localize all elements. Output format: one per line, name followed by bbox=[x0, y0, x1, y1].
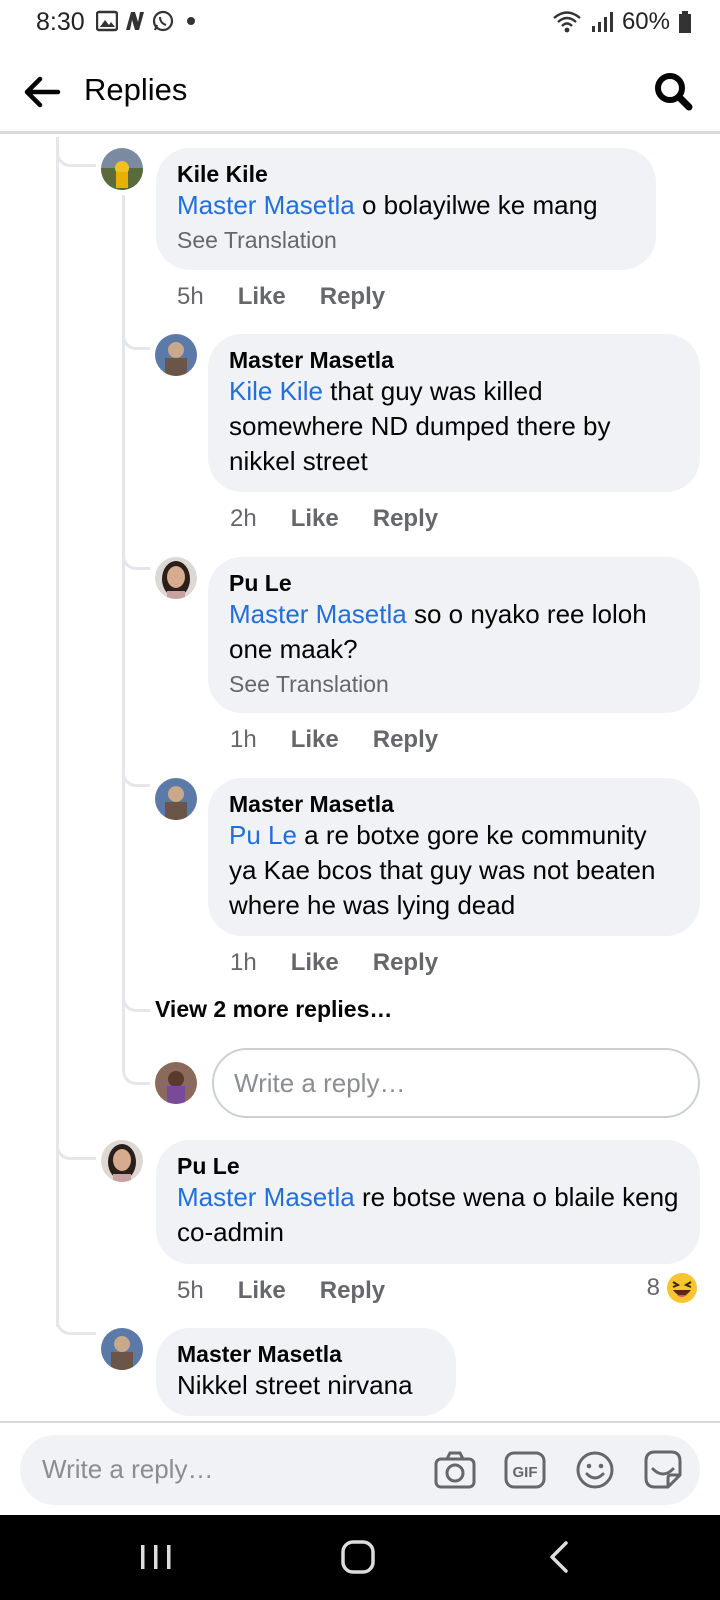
comment-actions: 2h Like Reply bbox=[230, 505, 438, 533]
home-icon[interactable] bbox=[338, 1537, 378, 1577]
thread-connector bbox=[122, 982, 150, 1012]
comment-text: Nikkel street nirvana bbox=[177, 1370, 413, 1400]
avatar[interactable] bbox=[101, 148, 143, 190]
like-button[interactable]: Like bbox=[291, 949, 339, 977]
camera-icon[interactable] bbox=[432, 1447, 478, 1493]
comment-actions: 5h Like Reply bbox=[177, 1277, 385, 1305]
mention-link[interactable]: Master Masetla bbox=[177, 190, 355, 220]
like-button[interactable]: Like bbox=[238, 283, 286, 311]
thread-connector bbox=[122, 757, 150, 787]
battery-icon bbox=[679, 11, 691, 33]
comment-author[interactable]: Master Masetla bbox=[229, 346, 679, 374]
comment-author[interactable]: Pu Le bbox=[177, 1152, 679, 1180]
reply-button[interactable]: Reply bbox=[320, 283, 385, 311]
thread-connector bbox=[122, 540, 150, 570]
comment-time: 5h bbox=[177, 1277, 204, 1304]
thread-connector bbox=[122, 1055, 150, 1085]
comment-author[interactable]: Pu Le bbox=[229, 569, 679, 597]
composer-bar: Write a reply… GIF bbox=[0, 1421, 720, 1515]
comment-actions: 1h Like Reply bbox=[230, 949, 438, 977]
reply-button[interactable]: Reply bbox=[373, 505, 438, 533]
status-bar: 8:30 60% bbox=[0, 0, 720, 48]
mention-link[interactable]: Master Masetla bbox=[177, 1182, 355, 1212]
mention-link[interactable]: Master Masetla bbox=[229, 599, 407, 629]
mention-link[interactable]: Kile Kile bbox=[229, 376, 323, 406]
comment-actions: 1h Like Reply bbox=[230, 726, 438, 754]
view-more-replies-link[interactable]: View 2 more replies… bbox=[155, 996, 392, 1023]
reaction-count: 8 bbox=[646, 1274, 660, 1301]
comment-text: Pu Le a re botxe gore ke community ya Ka… bbox=[229, 820, 656, 920]
avatar[interactable] bbox=[155, 334, 197, 376]
battery-percent: 60% bbox=[621, 8, 670, 35]
gallery-icon bbox=[96, 10, 118, 32]
comment-time: 1h bbox=[230, 949, 257, 976]
status-right: 60% bbox=[552, 8, 692, 36]
reply-button[interactable]: Reply bbox=[373, 949, 438, 977]
avatar[interactable] bbox=[155, 778, 197, 820]
avatar[interactable] bbox=[155, 557, 197, 599]
like-button[interactable]: Like bbox=[238, 1277, 286, 1305]
see-translation-link[interactable]: See Translation bbox=[229, 669, 679, 699]
smiley-icon[interactable] bbox=[572, 1447, 618, 1493]
back-nav-icon[interactable] bbox=[540, 1537, 580, 1577]
comment-text: Master Masetla re botse wena o blaile ke… bbox=[177, 1182, 679, 1247]
haha-emoji-icon bbox=[667, 1273, 697, 1303]
comment-bubble: Master Masetla Kile Kile that guy was ki… bbox=[208, 334, 700, 492]
page-title: Replies bbox=[84, 72, 188, 107]
system-nav-bar bbox=[0, 1515, 720, 1600]
like-button[interactable]: Like bbox=[291, 726, 339, 754]
current-user-avatar bbox=[155, 1062, 197, 1104]
app-header: Replies bbox=[0, 48, 720, 134]
search-icon[interactable] bbox=[652, 70, 694, 112]
sticker-icon[interactable] bbox=[640, 1447, 686, 1493]
comment-bubble: Master Masetla Nikkel street nirvana bbox=[156, 1328, 456, 1416]
comment-actions: 5h Like Reply bbox=[177, 283, 385, 311]
recent-apps-icon[interactable] bbox=[136, 1537, 176, 1577]
avatar[interactable] bbox=[101, 1140, 143, 1182]
reply-placeholder: Write a reply… bbox=[42, 1454, 214, 1484]
comment-author[interactable]: Kile Kile bbox=[177, 160, 635, 188]
dot-icon bbox=[187, 17, 195, 25]
svg-text:GIF: GIF bbox=[513, 1464, 538, 1481]
avatar[interactable] bbox=[101, 1328, 143, 1370]
thread-connector bbox=[122, 320, 150, 350]
nested-reply-input[interactable]: Write a reply… bbox=[212, 1048, 700, 1118]
comment-author[interactable]: Master Masetla bbox=[177, 1340, 435, 1368]
comment-text: Kile Kile that guy was killed somewhere … bbox=[229, 376, 611, 476]
comment-text: Master Masetla so o nyako ree loloh one … bbox=[229, 599, 647, 664]
comment-time: 5h bbox=[177, 283, 204, 310]
notification-icons bbox=[96, 10, 202, 32]
comment-time: 1h bbox=[230, 726, 257, 753]
whatsapp-icon bbox=[152, 10, 174, 32]
comment-bubble: Pu Le Master Masetla so o nyako ree lolo… bbox=[208, 557, 700, 713]
mention-link[interactable]: Pu Le bbox=[229, 820, 297, 850]
status-time: 8:30 bbox=[36, 8, 85, 36]
comment-time: 2h bbox=[230, 505, 257, 532]
thread-connector bbox=[56, 137, 96, 167]
thread-connector bbox=[56, 1130, 96, 1160]
like-button[interactable]: Like bbox=[291, 505, 339, 533]
reply-button[interactable]: Reply bbox=[373, 726, 438, 754]
wifi-icon bbox=[553, 11, 581, 33]
thread-connector bbox=[56, 1305, 96, 1335]
arrow-left-icon[interactable] bbox=[20, 70, 64, 114]
signal-icon bbox=[591, 12, 613, 32]
comment-bubble: Kile Kile Master Masetla o bolayilwe ke … bbox=[156, 148, 656, 270]
nested-reply-placeholder: Write a reply… bbox=[234, 1067, 406, 1098]
see-translation-link[interactable]: See Translation bbox=[177, 225, 635, 255]
reply-input[interactable]: Write a reply… GIF bbox=[20, 1435, 700, 1505]
comment-bubble: Pu Le Master Masetla re botse wena o bla… bbox=[156, 1140, 700, 1264]
comment-author[interactable]: Master Masetla bbox=[229, 790, 679, 818]
reply-button[interactable]: Reply bbox=[320, 1277, 385, 1305]
gif-icon[interactable]: GIF bbox=[502, 1447, 548, 1493]
reaction-summary[interactable]: 8 bbox=[647, 1272, 698, 1304]
comment-text: Master Masetla o bolayilwe ke mang bbox=[177, 190, 598, 220]
comment-bubble: Master Masetla Pu Le a re botxe gore ke … bbox=[208, 778, 700, 936]
n-app-icon bbox=[126, 12, 144, 30]
